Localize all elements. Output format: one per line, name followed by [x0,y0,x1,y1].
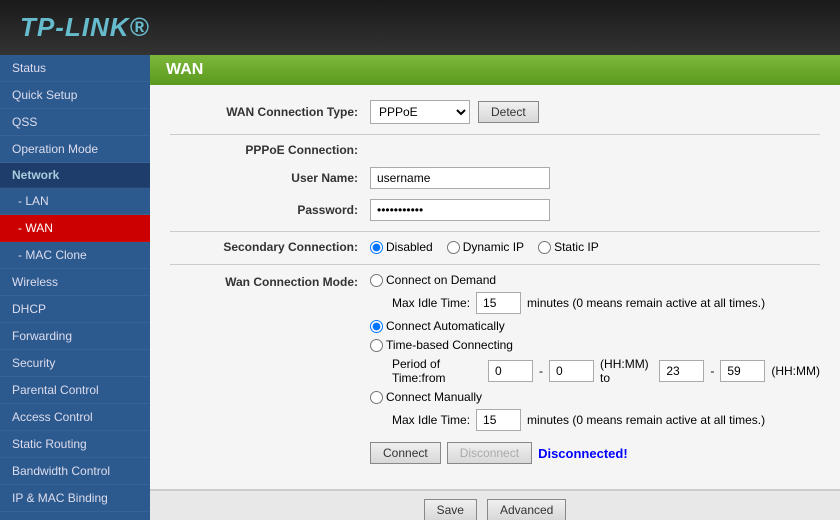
logo-text: TP-LINK [20,12,130,42]
connect-manually-row: Connect Manually [370,390,820,404]
sidebar-item-parental-control[interactable]: Parental Control [0,377,150,404]
secondary-static-ip-option[interactable]: Static IP [538,240,599,254]
pppoe-connection-label: PPPoE Connection: [170,143,370,157]
sidebar-item-bandwidth-control[interactable]: Bandwidth Control [0,458,150,485]
logo: TP-LINK® [20,12,150,43]
sidebar-item-wireless[interactable]: Wireless [0,269,150,296]
connect-automatically-radio[interactable] [370,320,383,333]
page-title: WAN [150,55,840,85]
connect-manually-label: Connect Manually [386,390,482,404]
disconnect-button[interactable]: Disconnect [447,442,532,464]
sidebar-item-security[interactable]: Security [0,350,150,377]
pppoe-connection-row: PPPoE Connection: [170,143,820,157]
time-based-radio[interactable] [370,339,383,352]
sidebar-item-ip-mac-binding[interactable]: IP & MAC Binding [0,485,150,512]
max-idle-label2: Max Idle Time: [392,413,470,427]
connect-automatically-row: Connect Automatically [370,319,820,333]
detect-button[interactable]: Detect [478,101,539,123]
time-based-label: Time-based Connecting [386,338,513,352]
sidebar-item-dynamic-dns[interactable]: Dynamic DNS [0,512,150,520]
password-row: Password: [170,199,820,221]
sidebar-item-mac-clone[interactable]: - MAC Clone [0,242,150,269]
secondary-disabled-radio[interactable] [370,241,383,254]
wan-connection-mode-row: Wan Connection Mode: Connect on Demand M… [170,273,820,464]
password-input[interactable] [370,199,550,221]
connect-manually-option[interactable]: Connect Manually [370,390,482,404]
sidebar-item-wan[interactable]: - WAN [0,215,150,242]
wan-form: WAN Connection Type: PPPoE Dynamic IP St… [150,85,840,489]
period-of-time-row: Period of Time:from - (HH:MM) to - (HH:M… [392,357,820,385]
username-label: User Name: [170,171,370,185]
secondary-disabled-option[interactable]: Disabled [370,240,433,254]
time-hhmm2-label: (HH:MM) [771,364,820,378]
sidebar-item-network[interactable]: Network [0,163,150,188]
wan-connection-type-label: WAN Connection Type: [170,105,370,119]
max-idle-suffix1: minutes (0 means remain active at all ti… [527,296,765,310]
time-separator2: - [710,364,714,378]
save-button[interactable]: Save [424,499,477,520]
username-input[interactable] [370,167,550,189]
password-controls [370,199,550,221]
time-from1-input[interactable] [488,360,533,382]
wan-connection-type-row: WAN Connection Type: PPPoE Dynamic IP St… [170,100,820,124]
time-based-row: Time-based Connecting [370,338,820,352]
username-row: User Name: [170,167,820,189]
max-idle-label1: Max Idle Time: [392,296,470,310]
wan-connection-type-controls: PPPoE Dynamic IP Static IP L2TP PPTP Det… [370,100,539,124]
advanced-button[interactable]: Advanced [487,499,566,520]
sidebar-item-lan[interactable]: - LAN [0,188,150,215]
max-idle-suffix2: minutes (0 means remain active at all ti… [527,413,765,427]
sidebar-item-status[interactable]: Status [0,55,150,82]
connection-status: Disconnected! [538,446,628,461]
connect-on-demand-row: Connect on Demand [370,273,820,287]
connect-manually-radio[interactable] [370,391,383,404]
header: TP-LINK® [0,0,840,55]
time-to2-input[interactable] [720,360,765,382]
time-separator1: - [539,364,543,378]
password-label: Password: [170,203,370,217]
sidebar-item-quick-setup[interactable]: Quick Setup [0,82,150,109]
wan-mode-options: Connect on Demand Max Idle Time: minutes… [370,273,820,464]
wan-connection-mode-label: Wan Connection Mode: [170,273,370,289]
time-based-option[interactable]: Time-based Connecting [370,338,513,352]
connect-automatically-label: Connect Automatically [386,319,505,333]
main-layout: Status Quick Setup QSS Operation Mode Ne… [0,55,840,520]
bottom-bar: Save Advanced [150,489,840,520]
max-idle-time-row1: Max Idle Time: minutes (0 means remain a… [392,292,820,314]
secondary-connection-row: Secondary Connection: Disabled Dynamic I… [170,240,820,254]
max-idle-input1[interactable] [476,292,521,314]
secondary-disabled-label: Disabled [386,240,433,254]
connect-disconnect-row: Connect Disconnect Disconnected! [370,442,820,464]
sidebar-item-qss[interactable]: QSS [0,109,150,136]
secondary-connection-controls: Disabled Dynamic IP Static IP [370,240,599,254]
max-idle-time-row2: Max Idle Time: minutes (0 means remain a… [392,409,820,431]
sidebar: Status Quick Setup QSS Operation Mode Ne… [0,55,150,520]
secondary-dynamic-ip-radio[interactable] [447,241,460,254]
sidebar-item-access-control[interactable]: Access Control [0,404,150,431]
secondary-static-ip-label: Static IP [554,240,599,254]
time-from2-input[interactable] [549,360,594,382]
logo-suffix: ® [130,12,150,42]
wan-connection-type-select[interactable]: PPPoE Dynamic IP Static IP L2TP PPTP [370,100,470,124]
connect-on-demand-radio[interactable] [370,274,383,287]
period-label: Period of Time:from [392,357,482,385]
secondary-dynamic-ip-option[interactable]: Dynamic IP [447,240,524,254]
secondary-connection-label: Secondary Connection: [170,240,370,254]
sidebar-item-operation-mode[interactable]: Operation Mode [0,136,150,163]
time-to1-input[interactable] [659,360,704,382]
connect-on-demand-label: Connect on Demand [386,273,496,287]
connect-on-demand-option[interactable]: Connect on Demand [370,273,496,287]
sidebar-item-static-routing[interactable]: Static Routing [0,431,150,458]
max-idle-input2[interactable] [476,409,521,431]
time-hhmm-label: (HH:MM) to [600,357,653,385]
sidebar-item-dhcp[interactable]: DHCP [0,296,150,323]
username-controls [370,167,550,189]
content-area: WAN WAN Connection Type: PPPoE Dynamic I… [150,55,840,520]
secondary-static-ip-radio[interactable] [538,241,551,254]
sidebar-item-forwarding[interactable]: Forwarding [0,323,150,350]
secondary-dynamic-ip-label: Dynamic IP [463,240,524,254]
connect-automatically-option[interactable]: Connect Automatically [370,319,505,333]
connect-button[interactable]: Connect [370,442,441,464]
